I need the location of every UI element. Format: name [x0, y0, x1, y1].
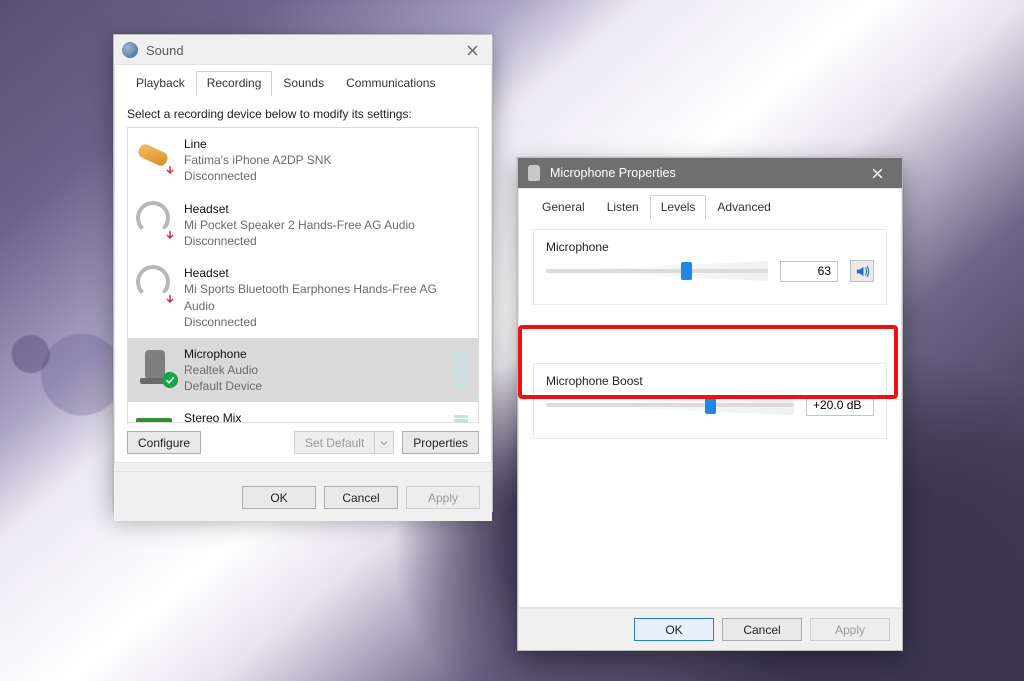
mic-properties-dialog: Microphone Properties General Listen Lev…	[517, 157, 903, 651]
slider-thumb[interactable]	[681, 262, 692, 280]
microphone-icon	[528, 165, 540, 181]
ok-button[interactable]: OK	[634, 618, 714, 641]
tab-recording[interactable]: Recording	[196, 71, 273, 96]
device-name: Headset	[184, 201, 468, 217]
microphone-boost-slider[interactable]	[546, 394, 794, 416]
microphone-level-section: Microphone 63	[533, 229, 887, 305]
tab-communications[interactable]: Communications	[335, 71, 446, 96]
microphone-label: Microphone	[546, 240, 874, 254]
properties-button[interactable]: Properties	[402, 431, 479, 454]
device-status: Disconnected	[184, 168, 468, 184]
close-icon[interactable]	[458, 40, 486, 60]
level-meter	[454, 410, 468, 423]
device-sub: Realtek Audio	[184, 362, 444, 378]
device-status: Disconnected	[184, 233, 468, 249]
sound-title: Sound	[146, 43, 458, 58]
device-sub: Fatima's iPhone A2DP SNK	[184, 152, 468, 168]
disconnected-badge-icon	[162, 162, 178, 178]
device-name: Microphone	[184, 346, 444, 362]
device-line[interactable]: Line Fatima's iPhone A2DP SNK Disconnect…	[128, 128, 478, 193]
device-name: Line	[184, 136, 468, 152]
cancel-button[interactable]: Cancel	[324, 486, 398, 509]
headset-icon	[136, 265, 174, 303]
line-in-icon	[136, 136, 174, 174]
level-meter	[454, 346, 468, 386]
configure-button[interactable]: Configure	[127, 431, 201, 454]
close-icon[interactable]	[856, 158, 898, 188]
speaker-icon[interactable]	[850, 260, 874, 282]
slider-thumb[interactable]	[705, 396, 716, 414]
disconnected-badge-icon	[162, 227, 178, 243]
headset-icon	[136, 201, 174, 239]
device-status: Disconnected	[184, 314, 468, 330]
device-name: Stereo Mix	[184, 410, 444, 423]
device-list[interactable]: Line Fatima's iPhone A2DP SNK Disconnect…	[127, 127, 479, 423]
device-headset-2[interactable]: Headset Mi Sports Bluetooth Earphones Ha…	[128, 257, 478, 338]
disconnected-badge-icon	[162, 291, 178, 307]
tab-playback[interactable]: Playback	[125, 71, 196, 96]
device-headset-1[interactable]: Headset Mi Pocket Speaker 2 Hands-Free A…	[128, 193, 478, 258]
apply-button[interactable]: Apply	[810, 618, 890, 641]
sound-icon	[122, 42, 138, 58]
device-microphone[interactable]: Microphone Realtek Audio Default Device	[128, 338, 478, 403]
microphone-boost-section: Microphone Boost +20.0 dB	[533, 363, 887, 439]
device-sub: Mi Pocket Speaker 2 Hands-Free AG Audio	[184, 217, 468, 233]
device-sub: Mi Sports Bluetooth Earphones Hands-Free…	[184, 281, 468, 313]
ok-button[interactable]: OK	[242, 486, 316, 509]
sound-tabs: Playback Recording Sounds Communications	[115, 65, 491, 97]
device-name: Headset	[184, 265, 468, 281]
device-status: Default Device	[184, 378, 444, 394]
tab-advanced[interactable]: Advanced	[706, 195, 781, 220]
cancel-button[interactable]: Cancel	[722, 618, 802, 641]
apply-button[interactable]: Apply	[406, 486, 480, 509]
device-stereo-mix[interactable]: Stereo Mix Realtek Audio Ready	[128, 402, 478, 423]
sound-card-icon	[136, 410, 174, 423]
microphone-boost-label: Microphone Boost	[546, 374, 874, 388]
tab-listen[interactable]: Listen	[596, 195, 650, 220]
mic-tabs: General Listen Levels Advanced	[519, 189, 901, 221]
microphone-value[interactable]: 63	[780, 261, 838, 282]
tab-levels[interactable]: Levels	[650, 195, 707, 220]
microphone-icon	[136, 346, 174, 384]
microphone-slider[interactable]	[546, 260, 768, 282]
sound-titlebar[interactable]: Sound	[114, 35, 492, 65]
mic-titlebar[interactable]: Microphone Properties	[518, 158, 902, 188]
sound-dialog: Sound Playback Recording Sounds Communic…	[113, 34, 493, 512]
instruction-text: Select a recording device below to modif…	[115, 97, 491, 127]
set-default-dropdown-icon[interactable]	[374, 431, 394, 454]
default-badge-icon	[162, 372, 178, 388]
microphone-boost-value[interactable]: +20.0 dB	[806, 395, 874, 416]
mic-title: Microphone Properties	[550, 166, 856, 180]
tab-sounds[interactable]: Sounds	[272, 71, 335, 96]
tab-general[interactable]: General	[531, 195, 596, 220]
set-default-button[interactable]: Set Default	[294, 431, 374, 454]
